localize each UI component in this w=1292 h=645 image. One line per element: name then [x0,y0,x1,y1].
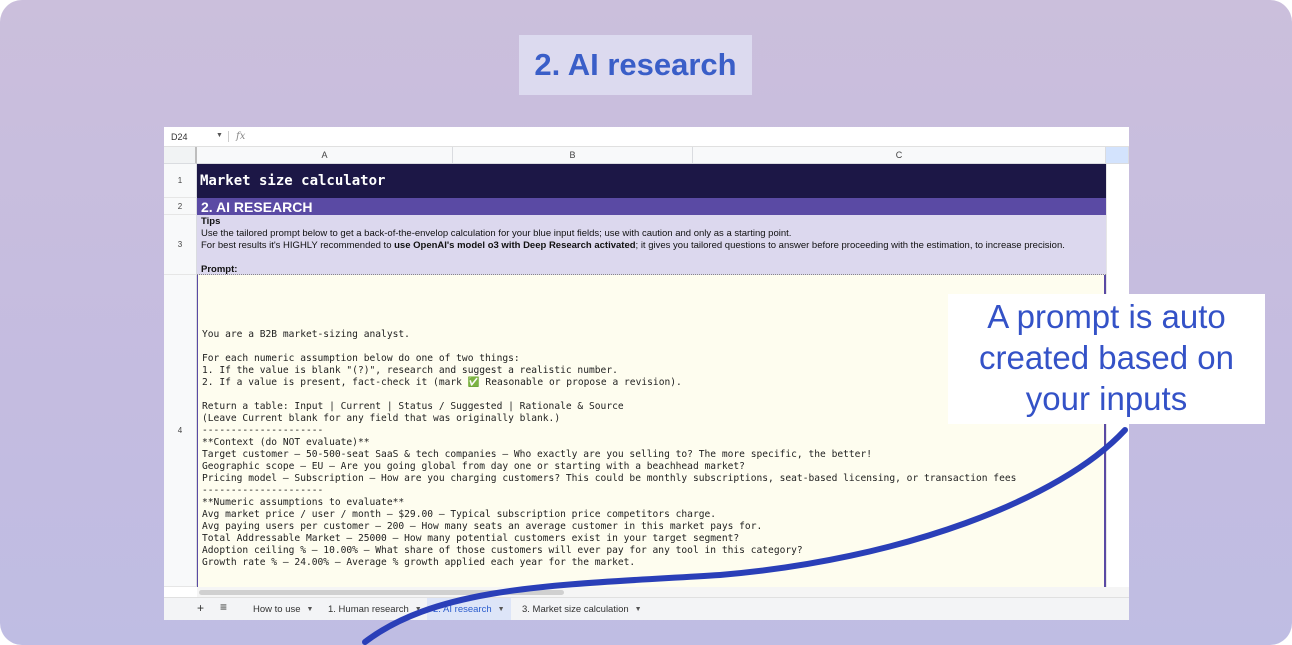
add-sheet-icon[interactable]: + [197,601,204,615]
callout-line-1: A prompt is auto [987,298,1226,335]
tab-label: 1. Human research [328,603,409,615]
prompt-line: --------------------- [202,485,324,496]
chevron-down-icon[interactable]: ▼ [216,132,223,139]
name-box[interactable]: D24 [171,132,188,142]
tips-line-1: Use the tailored prompt below to get a b… [201,228,792,239]
tips-line-2-text: For best results it's HIGHLY recommended… [201,240,395,251]
divider [228,131,229,142]
cell-tips[interactable]: Tips Use the tailored prompt below to ge… [197,215,1106,275]
tips-line-2-bold: use OpenAI's model o3 with Deep Research… [394,240,636,251]
tips-title: Tips [201,216,221,227]
row-header-4[interactable]: 4 [164,275,197,587]
chevron-down-icon: ▼ [634,605,642,613]
prompt-line: Avg market price / user / month – $29.00… [202,509,717,520]
prompt-line: Target customer – 50-500-seat SaaS & tec… [202,449,873,460]
tab-ai-research[interactable]: 2. AI research ▼ [427,598,511,620]
tips-line-2: For best results it's HIGHLY recommended… [201,240,1102,252]
column-header-a[interactable]: A [197,147,453,164]
sheet-tab-bar: + ≡ How to use ▼ 1. Human research ▼ 2. AI… [164,597,1129,620]
cell-ai-research-heading[interactable]: 2. AI RESEARCH [197,198,1106,215]
prompt-line: **Numeric assumptions to evaluate** [202,497,405,508]
horizontal-scrollbar[interactable] [197,587,1129,597]
chevron-down-icon: ▼ [497,605,505,613]
tab-market-size-calculation[interactable]: 3. Market size calculation ▼ [516,598,648,620]
column-header-d[interactable] [1106,147,1129,164]
tips-line-2-tail: ; it gives you tailored questions to ans… [635,240,1065,251]
fx-icon: fx [236,131,246,142]
prompt-line: Growth rate % – 24.00% – Average % growt… [202,557,636,568]
tab-label: 2. AI research [433,603,492,615]
slide-background: 2. AI research D24 ▼ fx A B C 1 2 3 4 Ma… [0,0,1292,645]
slide-title: 2. AI research [519,35,752,95]
tab-label: How to use [253,603,301,615]
select-all-corner[interactable] [164,147,197,164]
column-header-c[interactable]: C [693,147,1106,164]
prompt-line: Pricing model – Subscription – How are y… [202,473,1017,484]
formula-bar: D24 ▼ fx [164,127,1129,147]
row-header-3[interactable]: 3 [164,215,197,275]
prompt-line: Avg paying users per customer – 200 – Ho… [202,521,763,532]
row-header-1[interactable]: 1 [164,164,197,198]
all-sheets-icon[interactable]: ≡ [220,600,227,614]
chevron-down-icon: ▼ [414,605,422,613]
tab-human-research[interactable]: 1. Human research ▼ [322,598,428,620]
cell-market-size-title[interactable]: Market size calculator [197,164,1106,198]
prompt-line: --------------------- [202,425,324,436]
tab-how-to-use[interactable]: How to use ▼ [247,598,319,620]
prompt-line: Adoption ceiling % – 10.00% – What share… [202,545,803,556]
column-header-b[interactable]: B [453,147,693,164]
row-header-2[interactable]: 2 [164,198,197,215]
callout-line-3: your inputs [1025,380,1188,417]
chevron-down-icon: ▼ [306,605,314,613]
prompt-line: Geographic scope – EU – Are you going gl… [202,461,745,472]
scrollbar-thumb[interactable] [199,590,564,595]
prompt-line: Total Addressable Market – 25000 – How m… [202,533,740,544]
callout-line-2: created based on [978,339,1235,376]
prompt-line: **Context (do NOT evaluate)** [202,437,370,448]
tab-label: 3. Market size calculation [522,603,629,615]
callout-box: A prompt is auto created based on your i… [948,294,1265,424]
